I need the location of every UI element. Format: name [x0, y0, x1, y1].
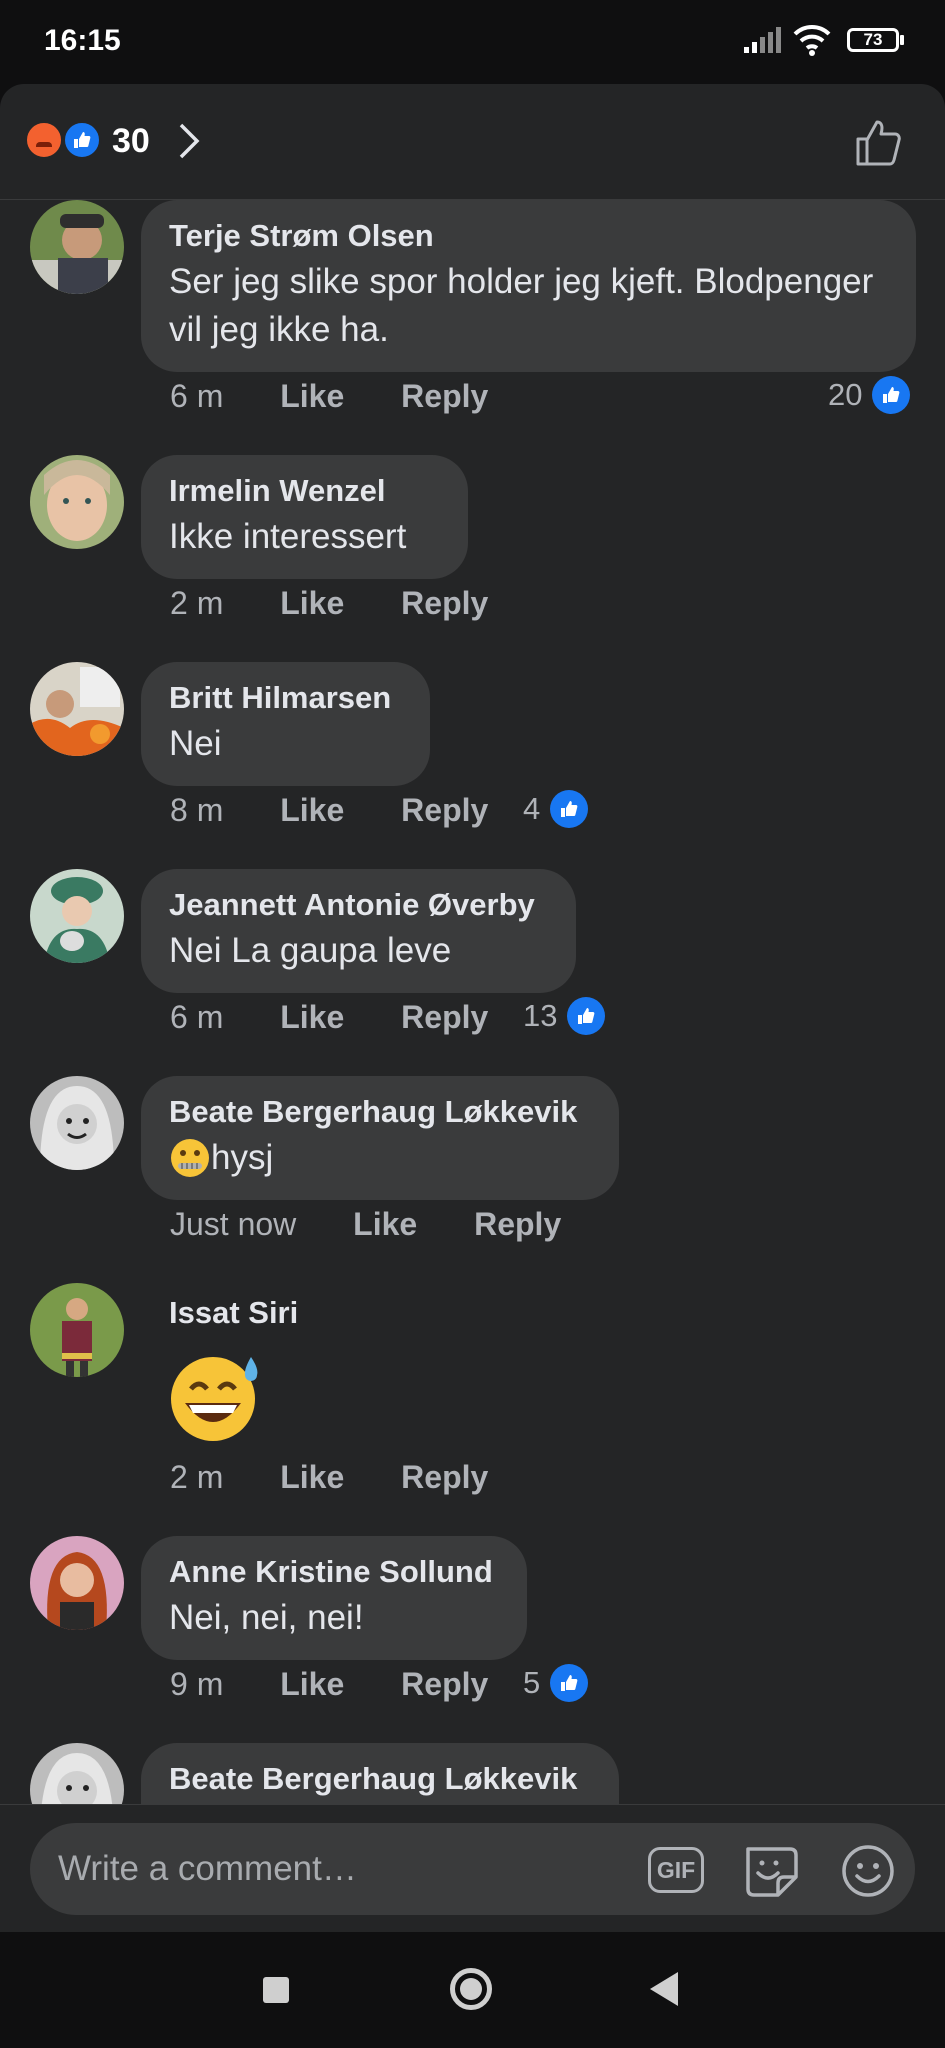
comment-time: 6 m [170, 999, 224, 1035]
comment-time: 8 m [170, 792, 224, 828]
comment-author[interactable]: Beate Bergerhaug Løkkevik [169, 1759, 591, 1799]
comment-author[interactable]: Issat Siri [169, 1293, 413, 1333]
avatar[interactable] [30, 455, 124, 549]
comment-input[interactable]: Write a comment… GIF [30, 1823, 915, 1915]
like-icon [550, 790, 589, 828]
comment-meta: 6 m Like Reply [170, 378, 536, 415]
reaction-count: 20 [828, 377, 863, 412]
comment-bubble[interactable]: Beate Bergerhaug Løkkevik hysj [141, 1076, 619, 1200]
comment-author[interactable]: Anne Kristine Sollund [169, 1552, 499, 1592]
like-button[interactable]: Like [280, 999, 344, 1035]
comment-time: 6 m [170, 378, 224, 414]
comment-list: Terje Strøm Olsen Ser jeg slike spor hol… [0, 200, 945, 1804]
comment-text: Nei, nei, nei! [169, 1598, 364, 1637]
comment-reactions[interactable]: 13 [523, 997, 606, 1035]
comment-composer: Write a comment… GIF [0, 1804, 945, 1932]
comment-meta: 9 m Like Reply [170, 1666, 536, 1703]
comment-author[interactable]: Terje Strøm Olsen [169, 216, 888, 256]
reply-button[interactable]: Reply [401, 1459, 488, 1495]
comment-emoji [169, 1351, 413, 1448]
like-icon [550, 1664, 589, 1702]
comment-meta: 2 m Like Reply [170, 1459, 536, 1496]
comments-sheet: 30 Terje Strøm Olsen Ser jeg slike spor … [0, 84, 945, 1932]
avatar[interactable] [30, 1076, 124, 1170]
like-icon [62, 120, 102, 160]
emoji-icon[interactable] [840, 1843, 896, 1899]
status-time: 16:15 [44, 24, 121, 57]
comment-input-placeholder: Write a comment… [58, 1849, 357, 1888]
comment-meta: 2 m Like Reply [170, 585, 536, 622]
back-button[interactable] [650, 1972, 678, 2006]
avatar[interactable] [30, 1743, 124, 1804]
like-outline-icon[interactable] [854, 118, 904, 168]
reaction-count: 4 [523, 791, 541, 826]
home-button[interactable] [450, 1968, 492, 2010]
comment-author[interactable]: Britt Hilmarsen [169, 678, 402, 718]
reply-button[interactable]: Reply [474, 1206, 561, 1242]
comment-meta: 6 m Like Reply [170, 999, 536, 1036]
comment-bubble[interactable]: Terje Strøm Olsen Ser jeg slike spor hol… [141, 200, 916, 372]
comment-author[interactable]: Irmelin Wenzel [169, 471, 440, 511]
comment-text: Ikke interessert [169, 517, 407, 556]
comment-bubble[interactable]: Anne Kristine Sollund Nei, nei, nei! [141, 1536, 527, 1660]
reactions-header: 30 [0, 84, 945, 200]
avatar[interactable] [30, 1283, 124, 1377]
reply-button[interactable]: Reply [401, 1666, 488, 1702]
comment-text: Ser jeg slike spor holder jeg kjeft. Blo… [169, 262, 874, 349]
comment-text-content: hysj [211, 1138, 274, 1177]
avatar[interactable] [30, 1536, 124, 1630]
comment-time: 9 m [170, 1666, 224, 1702]
signal-icon [744, 27, 781, 53]
comment-bubble[interactable]: Irmelin Wenzel Ikke interessert [141, 455, 468, 579]
battery-icon: 73 [847, 28, 899, 52]
reaction-count: 13 [523, 998, 558, 1033]
reply-button[interactable]: Reply [401, 378, 488, 414]
like-button[interactable]: Like [280, 792, 344, 828]
comment-reactions[interactable]: 20 [828, 376, 911, 414]
angry-icon [24, 120, 64, 160]
like-button[interactable]: Like [280, 378, 344, 414]
like-button[interactable]: Like [353, 1206, 417, 1242]
wifi-icon [793, 24, 831, 56]
battery-level: 73 [863, 30, 883, 49]
grinning-sweat-face-icon [171, 1357, 258, 1441]
chevron-right-icon[interactable] [178, 122, 200, 160]
like-button[interactable]: Like [280, 585, 344, 621]
comment-bubble[interactable]: Issat Siri [141, 1283, 441, 1466]
comment-bubble[interactable]: Jeannett Antonie Øverby Nei La gaupa lev… [141, 869, 576, 993]
comment-reactions[interactable]: 5 [523, 1664, 589, 1702]
avatar[interactable] [30, 662, 124, 756]
avatar[interactable] [30, 200, 124, 294]
reaction-count[interactable]: 30 [112, 122, 150, 161]
comment-time: 2 m [170, 1459, 224, 1495]
comment-text: hysj [169, 1134, 591, 1182]
reply-button[interactable]: Reply [401, 792, 488, 828]
battery-tip [900, 35, 904, 45]
avatar[interactable] [30, 869, 124, 963]
reaction-count: 5 [523, 1665, 541, 1700]
like-icon [872, 376, 911, 414]
reply-button[interactable]: Reply [401, 585, 488, 621]
like-icon [567, 997, 606, 1035]
comment-author[interactable]: Jeannett Antonie Øverby [169, 885, 548, 925]
navigation-bar [0, 1932, 945, 2048]
sticker-icon[interactable] [740, 1843, 802, 1901]
comment-bubble[interactable]: Beate Bergerhaug Løkkevik [141, 1743, 619, 1804]
comment-text: Nei La gaupa leve [169, 931, 452, 970]
comment-time: Just now [170, 1206, 297, 1242]
comment-meta: Just now Like Reply [170, 1206, 609, 1243]
status-bar: 16:15 73 [0, 0, 945, 84]
like-button[interactable]: Like [280, 1459, 344, 1495]
comment-meta: 8 m Like Reply [170, 792, 536, 829]
comment-time: 2 m [170, 585, 224, 621]
reply-button[interactable]: Reply [401, 999, 488, 1035]
like-button[interactable]: Like [280, 1666, 344, 1702]
comment-text: Nei [169, 724, 222, 763]
recents-button[interactable] [263, 1977, 289, 2003]
zipper-mouth-face-icon [171, 1139, 209, 1177]
comment-reactions[interactable]: 4 [523, 790, 589, 828]
comment-bubble[interactable]: Britt Hilmarsen Nei [141, 662, 430, 786]
comment-author[interactable]: Beate Bergerhaug Løkkevik [169, 1092, 591, 1132]
gif-button[interactable]: GIF [648, 1847, 704, 1893]
